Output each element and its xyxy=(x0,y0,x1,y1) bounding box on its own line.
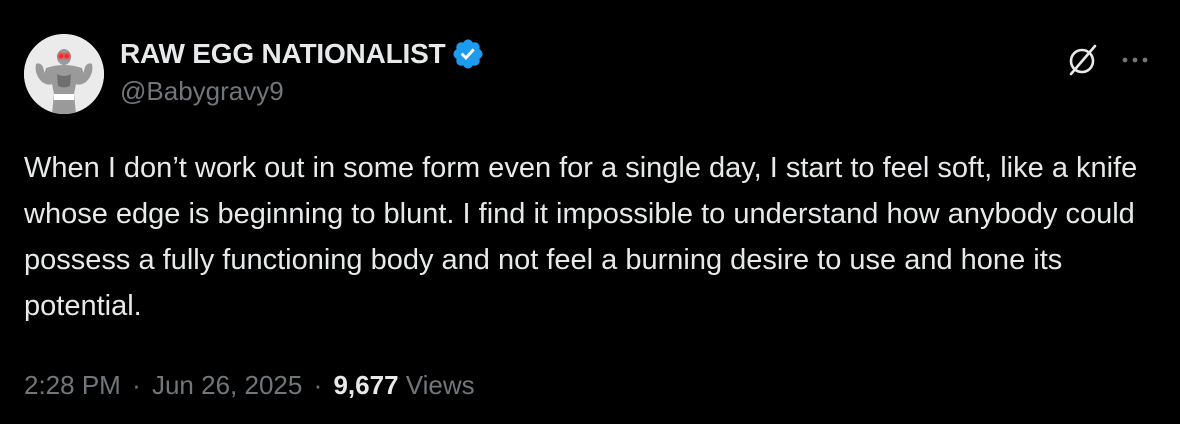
tweet-date[interactable]: Jun 26, 2025 xyxy=(152,370,302,400)
meta-separator: · xyxy=(313,370,323,400)
views-label: Views xyxy=(405,370,475,400)
grok-icon[interactable] xyxy=(1063,40,1103,80)
meta-separator: · xyxy=(132,370,141,400)
verified-badge-icon[interactable] xyxy=(451,37,485,71)
tweet-meta: 2:28 PM · Jun 26, 2025 · 9,677 Views xyxy=(24,370,475,401)
author-identity: RAW EGG NATIONALIST @Babygravy9 xyxy=(120,36,485,107)
name-row: RAW EGG NATIONALIST xyxy=(120,36,485,72)
display-name[interactable]: RAW EGG NATIONALIST xyxy=(120,38,446,70)
more-options-icon[interactable] xyxy=(1113,40,1157,80)
avatar-image xyxy=(24,34,104,114)
tweet-text: When I don’t work out in some form even … xyxy=(24,152,1138,322)
tweet-card: RAW EGG NATIONALIST @Babygravy9 When I d… xyxy=(0,0,1180,424)
views-count[interactable]: 9,677 xyxy=(333,370,398,400)
tweet-time[interactable]: 2:28 PM xyxy=(24,370,121,400)
author-handle[interactable]: @Babygravy9 xyxy=(120,76,485,107)
avatar[interactable] xyxy=(24,34,104,114)
